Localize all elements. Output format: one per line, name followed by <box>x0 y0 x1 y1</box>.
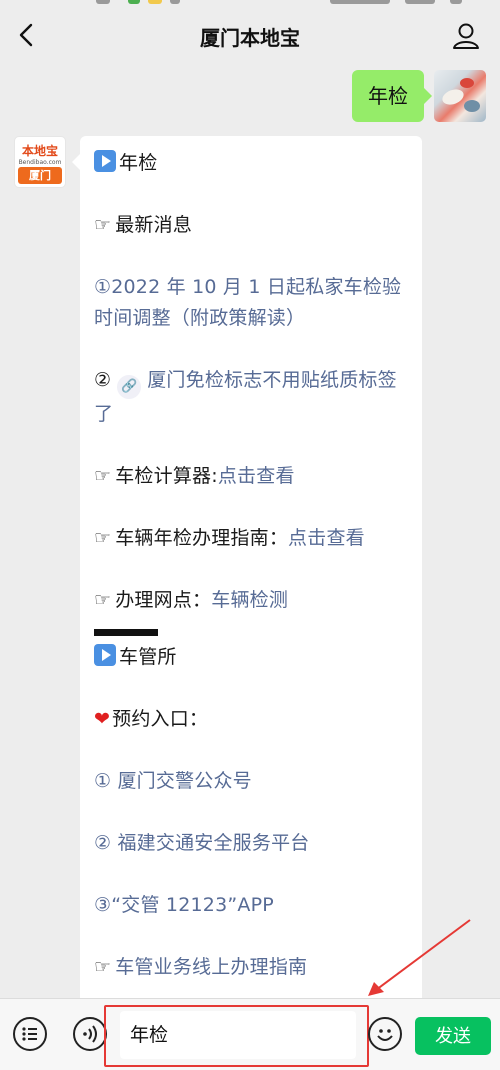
bot-message-bubble: 年检 ☞ 最新消息 ①2022 年 10 月 1 日起私家车检验时间调整（附政策解… <box>72 136 422 998</box>
pointing-hand-icon: ☞ <box>94 214 112 236</box>
chat-title: 厦门本地宝 <box>200 26 300 50</box>
news-link-2[interactable]: 厦门免检标志不用贴纸质标签了 <box>94 369 397 425</box>
link-icon: 🔗 <box>117 375 142 399</box>
voice-icon <box>83 1025 97 1043</box>
calculator-row: ☞ 车检计算器:点击查看 <box>94 465 295 487</box>
bot-avatar[interactable]: 本地宝 Bendibao.com 厦门 <box>14 136 66 188</box>
user-message-bubble[interactable]: 年检 <box>352 70 432 122</box>
heart-icon: ❤ <box>94 708 111 730</box>
booking-link-2[interactable]: ② 福建交通安全服务平台 <box>94 828 408 859</box>
news-item-2: ② 🔗 厦门免检标志不用贴纸质标签了 <box>94 369 397 425</box>
calculator-link[interactable]: 点击查看 <box>218 465 295 487</box>
section-divider <box>94 629 158 636</box>
profile-icon[interactable] <box>450 20 482 52</box>
status-bar <box>0 0 500 8</box>
booking-label: ❤ 预约入口： <box>94 708 209 730</box>
menu-list-icon <box>22 1027 37 1041</box>
input-bar: 年检 发送 <box>0 998 500 1070</box>
booking-link-1[interactable]: ① 厦门交警公众号 <box>94 766 408 797</box>
logo-subtext: Bendibao.com <box>18 159 62 166</box>
menu-button[interactable] <box>13 1017 47 1051</box>
online-guide-link[interactable]: 车管业务线上办理指南 <box>115 956 307 978</box>
booking-link-3[interactable]: ③“交管 12123”APP <box>94 890 408 921</box>
pointing-hand-icon: ☞ <box>94 527 112 549</box>
guide-row: ☞ 车辆年检办理指南：点击查看 <box>94 527 365 549</box>
outlets-link[interactable]: 车辆检测 <box>211 589 288 611</box>
pointing-hand-icon: ☞ <box>94 956 112 978</box>
message-list[interactable]: 年检 本地宝 Bendibao.com 厦门 年检 ☞ 最新消息 ①2022 年 … <box>0 66 500 998</box>
section-heading-annual-check: 年检 <box>94 148 408 179</box>
play-button-icon <box>94 150 116 172</box>
section-heading-vehicle-office: 车管所 <box>94 642 408 673</box>
annotation-highlight-box <box>104 1005 369 1067</box>
user-avatar[interactable] <box>434 70 486 122</box>
play-button-icon <box>94 644 116 666</box>
news-link-1[interactable]: ①2022 年 10 月 1 日起私家车检验时间调整（附政策解读） <box>94 272 408 334</box>
emoji-button[interactable] <box>368 1017 402 1051</box>
outlets-row: ☞ 办理网点：车辆检测 <box>94 589 289 611</box>
logo-city-tag: 厦门 <box>18 167 62 184</box>
pointing-hand-icon: ☞ <box>94 465 112 487</box>
send-button[interactable]: 发送 <box>415 1017 491 1055</box>
smiley-icon <box>377 1029 393 1041</box>
annotation-arrow <box>368 919 471 996</box>
voice-button[interactable] <box>73 1017 107 1051</box>
chat-header: 厦门本地宝 <box>0 8 500 66</box>
latest-news-label: ☞ 最新消息 <box>94 214 193 236</box>
guide-link[interactable]: 点击查看 <box>288 527 365 549</box>
pointing-hand-icon: ☞ <box>94 589 112 611</box>
logo-text: 本地宝 <box>21 144 58 158</box>
